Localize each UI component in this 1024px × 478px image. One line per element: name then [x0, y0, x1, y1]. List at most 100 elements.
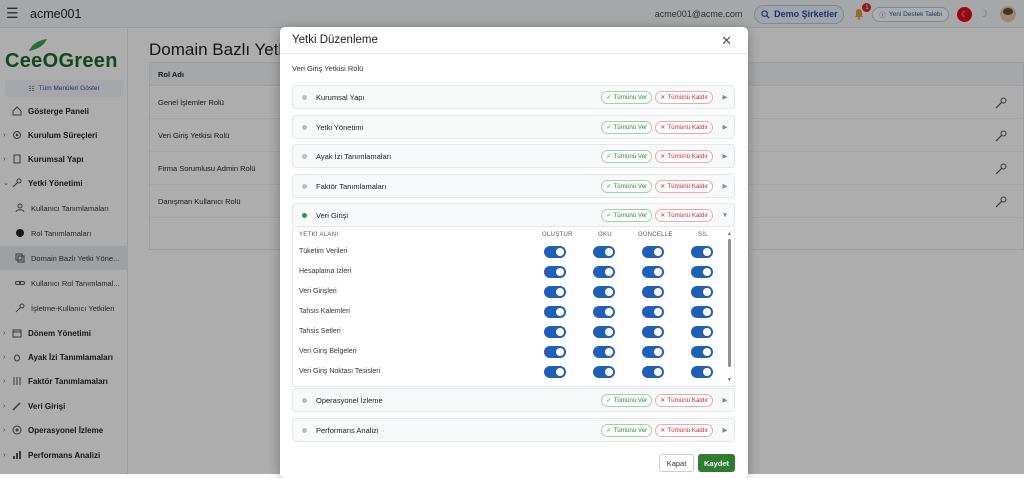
delete-toggle[interactable]	[691, 246, 713, 258]
delete-toggle[interactable]	[691, 266, 713, 278]
status-dot	[302, 124, 307, 130]
update-toggle[interactable]	[642, 246, 664, 258]
table-row: Hesaplama İzleri	[293, 262, 731, 282]
caret-down-icon[interactable]: ▼	[718, 212, 732, 219]
update-toggle[interactable]	[642, 346, 664, 358]
read-toggle[interactable]	[593, 366, 615, 378]
caret-right-icon[interactable]: ▶	[718, 123, 732, 131]
header-delete: SİL	[698, 232, 708, 238]
check-icon: ✓	[606, 211, 612, 219]
revoke-all-button[interactable]: ✕ Tümünü Kaldır	[655, 393, 713, 407]
header-create: OLUŞTUR	[542, 232, 573, 238]
grant-all-button[interactable]: ✓ Tümünü Ver	[601, 423, 653, 437]
section-factor[interactable]: Faktör Tanımlamaları ✓ Tümünü Ver ✕ Tümünü…	[292, 174, 735, 198]
revoke-all-button[interactable]: ✕ Tümünü Kaldır	[655, 120, 713, 134]
check-icon: ✓	[606, 426, 612, 434]
revoke-all-button[interactable]: ✕ Tümünü Kaldır	[655, 149, 713, 163]
revoke-all-button[interactable]: ✕ Tümünü Kaldır	[655, 179, 713, 193]
x-icon: ✕	[660, 426, 666, 434]
x-icon: ✕	[660, 93, 666, 101]
section-monitoring[interactable]: Operasyonel İzleme ✓ Tümünü Ver ✕ Tümünü K…	[292, 388, 735, 412]
read-toggle[interactable]	[593, 346, 615, 358]
caret-right-icon[interactable]: ▶	[718, 396, 732, 404]
grant-all-button[interactable]: ✓ Tümünü Ver	[601, 120, 653, 134]
section-data-entry[interactable]: Veri Girişi ✓ Tümünü Ver ✕ Tümünü Kaldır ▼	[292, 203, 735, 227]
x-icon: ✕	[660, 152, 666, 160]
save-button[interactable]: Kaydet	[698, 454, 735, 472]
update-toggle[interactable]	[642, 326, 664, 338]
update-toggle[interactable]	[642, 306, 664, 318]
delete-toggle[interactable]	[691, 346, 713, 358]
create-toggle[interactable]	[544, 286, 566, 298]
table-row: Tahsis Kalemleri	[293, 302, 731, 322]
table-row: Tahsis Setleri	[293, 322, 731, 342]
delete-toggle[interactable]	[691, 326, 713, 338]
table-row: Tüketim Verileri	[293, 242, 731, 262]
grant-all-button[interactable]: ✓ Tümünü Ver	[601, 179, 653, 193]
grid-header: YETKİ ALANI OLUŞTUR OKU GÜNCELLE SİL	[293, 228, 736, 242]
scroll-up-icon[interactable]: ▲	[727, 231, 732, 237]
permission-grid: YETKİ ALANI OLUŞTUR OKU GÜNCELLE SİL Tük…	[292, 227, 735, 387]
section-footprint[interactable]: Ayak İzi Tanımlamaları ✓ Tümünü Ver ✕ Tümü…	[292, 144, 735, 168]
check-icon: ✓	[606, 396, 612, 404]
status-dot	[302, 212, 307, 218]
modal-subtitle: Veri Giriş Yetkisi Rolü	[292, 64, 364, 73]
table-row: Veri Giriş Belgeleri	[293, 342, 731, 362]
section-corporate[interactable]: Kurumsal Yapı ✓ Tümünü Ver ✕ Tümünü Kaldır…	[292, 85, 735, 109]
caret-right-icon[interactable]: ▶	[718, 152, 732, 160]
x-icon: ✕	[660, 211, 666, 219]
grant-all-button[interactable]: ✓ Tümünü Ver	[601, 90, 653, 104]
header-read: OKU	[598, 232, 612, 238]
read-toggle[interactable]	[593, 246, 615, 258]
caret-right-icon[interactable]: ▶	[718, 426, 732, 434]
grant-all-button[interactable]: ✓ Tümünü Ver	[601, 208, 653, 222]
create-toggle[interactable]	[544, 266, 566, 278]
modal-title: Yetki Düzenleme	[292, 34, 378, 46]
status-dot	[302, 94, 307, 100]
header-update: GÜNCELLE	[638, 232, 673, 238]
caret-right-icon[interactable]: ▶	[718, 93, 732, 101]
grant-all-button[interactable]: ✓ Tümünü Ver	[601, 393, 653, 407]
cancel-button[interactable]: Kapat	[659, 454, 694, 472]
status-dot	[302, 183, 307, 189]
scroll-down-icon[interactable]: ▼	[727, 377, 732, 383]
read-toggle[interactable]	[593, 306, 615, 318]
table-row: Veri Giriş Noktası Tesisleri	[293, 362, 731, 382]
table-row: Veri Girişleri	[293, 282, 731, 302]
revoke-all-button[interactable]: ✕ Tümünü Kaldır	[655, 423, 713, 437]
read-toggle[interactable]	[593, 266, 615, 278]
create-toggle[interactable]	[544, 306, 566, 318]
revoke-all-button[interactable]: ✕ Tümünü Kaldır	[655, 90, 713, 104]
modal-header: Yetki Düzenleme	[280, 27, 748, 54]
read-toggle[interactable]	[593, 326, 615, 338]
section-performance[interactable]: Performans Analizi ✓ Tümünü Ver ✕ Tümünü K…	[292, 418, 735, 442]
permission-edit-modal: Yetki Düzenleme ✕ Veri Giriş Yetkisi Rol…	[280, 27, 748, 478]
grant-all-button[interactable]: ✓ Tümünü Ver	[601, 149, 653, 163]
close-icon[interactable]: ✕	[721, 33, 732, 49]
scrollbar[interactable]: ▲ ▼	[727, 231, 732, 383]
header-area: YETKİ ALANI	[299, 232, 339, 238]
update-toggle[interactable]	[642, 286, 664, 298]
scrollbar-thumb[interactable]	[728, 239, 731, 367]
update-toggle[interactable]	[642, 266, 664, 278]
delete-toggle[interactable]	[691, 286, 713, 298]
x-icon: ✕	[660, 396, 666, 404]
update-toggle[interactable]	[642, 366, 664, 378]
revoke-all-button[interactable]: ✕ Tümünü Kaldır	[655, 208, 713, 222]
delete-toggle[interactable]	[691, 366, 713, 378]
create-toggle[interactable]	[544, 366, 566, 378]
create-toggle[interactable]	[544, 346, 566, 358]
status-dot	[302, 427, 307, 433]
check-icon: ✓	[606, 152, 612, 160]
section-authorization[interactable]: Yetki Yönetimi ✓ Tümünü Ver ✕ Tümünü Kaldı…	[292, 115, 735, 139]
x-icon: ✕	[660, 123, 666, 131]
check-icon: ✓	[606, 182, 612, 190]
create-toggle[interactable]	[544, 326, 566, 338]
read-toggle[interactable]	[593, 286, 615, 298]
create-toggle[interactable]	[544, 246, 566, 258]
x-icon: ✕	[660, 182, 666, 190]
caret-right-icon[interactable]: ▶	[718, 182, 732, 190]
status-dot	[302, 153, 307, 159]
status-dot	[302, 397, 307, 403]
delete-toggle[interactable]	[691, 306, 713, 318]
